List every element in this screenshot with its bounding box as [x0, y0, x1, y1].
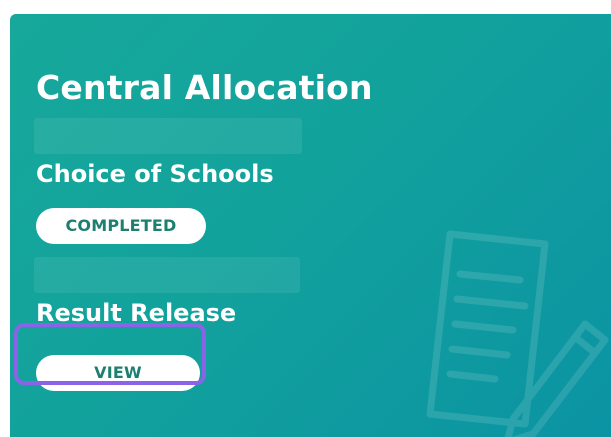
- card-title: Central Allocation: [36, 68, 373, 107]
- completed-status-badge: COMPLETED: [36, 208, 206, 244]
- stage-date-placeholder: [34, 257, 300, 293]
- stage-label-choice-of-schools: Choice of Schools: [36, 160, 274, 188]
- document-pencil-icon: [426, 230, 609, 437]
- view-button-highlight: [14, 323, 206, 385]
- stage-date-placeholder: [34, 118, 302, 154]
